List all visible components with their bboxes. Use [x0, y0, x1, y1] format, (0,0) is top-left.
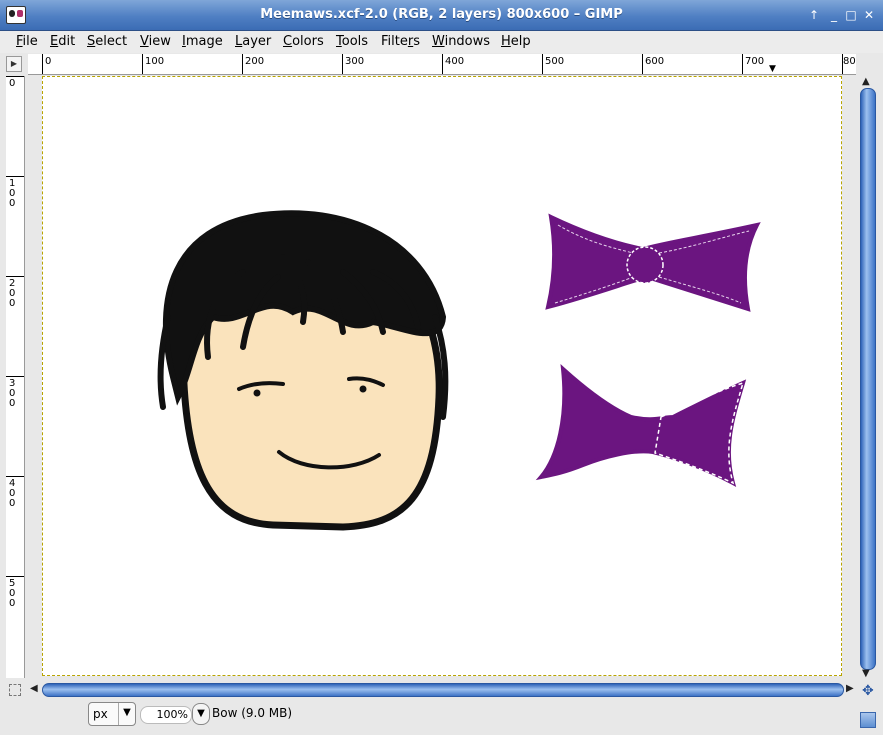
menu-select[interactable]: Select: [87, 34, 127, 49]
chevron-down-icon[interactable]: ▼: [118, 703, 135, 725]
canvas-drawing: [157, 210, 761, 531]
ruler-label: 400: [9, 478, 16, 509]
menu-windows[interactable]: Windows: [432, 34, 490, 49]
unit-value: px: [93, 707, 108, 721]
keep-above-button[interactable]: ↑: [806, 7, 822, 23]
ruler-label: 700: [745, 56, 765, 67]
close-button[interactable]: ✕: [861, 7, 877, 23]
ruler-tick: [6, 576, 24, 577]
ruler-label: 100: [9, 178, 16, 209]
ruler-tick: [6, 176, 24, 177]
menu-tools[interactable]: Tools: [336, 34, 368, 49]
scroll-left-icon[interactable]: ◀: [30, 683, 38, 694]
scroll-right-icon[interactable]: ▶: [846, 683, 854, 694]
vertical-scrollbar[interactable]: ▲ ▼: [858, 76, 876, 680]
pointer-marker-icon: ▼: [769, 64, 776, 74]
image-canvas[interactable]: [42, 76, 842, 676]
vertical-ruler[interactable]: 0 100 200 300 400 500: [6, 76, 25, 678]
ruler-tick: [6, 276, 24, 277]
menu-layer[interactable]: Layer: [235, 34, 271, 49]
ruler-tick: [6, 476, 24, 477]
zoom-percent: %: [177, 708, 188, 721]
navigation-preview-icon[interactable]: [860, 712, 876, 728]
scroll-up-icon[interactable]: ▲: [862, 76, 870, 87]
unit-dropdown[interactable]: px ▼: [88, 702, 136, 726]
ruler-label: 0: [45, 56, 52, 67]
bow-1: [545, 213, 761, 312]
menu-bar: File Edit Select View Image Layer Colors…: [0, 31, 883, 53]
quick-mask-icon[interactable]: [9, 684, 21, 696]
ruler-tick: [642, 54, 643, 74]
menu-filters[interactable]: Filters: [381, 34, 420, 49]
menu-edit[interactable]: Edit: [50, 34, 75, 49]
scroll-down-icon[interactable]: ▼: [862, 668, 870, 679]
ruler-tick: [742, 54, 743, 74]
ruler-label: 100: [145, 56, 165, 67]
left-eye: [253, 389, 261, 397]
window-title: Meemaws.xcf-2.0 (RGB, 2 layers) 800x600 …: [260, 7, 623, 22]
ruler-tick: [242, 54, 243, 74]
ruler-label: 500: [545, 56, 565, 67]
zoom-dropdown-button[interactable]: ▼: [192, 703, 210, 725]
horizontal-scroll-thumb[interactable]: [42, 683, 844, 697]
right-eye: [359, 385, 367, 393]
navigate-icon[interactable]: ✥: [862, 683, 874, 699]
ruler-label: 300: [345, 56, 365, 67]
maximize-button[interactable]: □: [843, 7, 859, 23]
menu-colors[interactable]: Colors: [283, 34, 324, 49]
ruler-label: 0: [9, 78, 16, 89]
ruler-tick: [142, 54, 143, 74]
ruler-tick: [342, 54, 343, 74]
minimize-button[interactable]: _: [826, 7, 842, 23]
ruler-label: 600: [645, 56, 665, 67]
ruler-label: 200: [245, 56, 265, 67]
ruler-tick: [42, 54, 43, 74]
menu-view[interactable]: View: [140, 34, 171, 49]
ruler-tick: [442, 54, 443, 74]
horizontal-scrollbar[interactable]: ◀ ▶: [30, 682, 858, 698]
ruler-tick: [6, 376, 24, 377]
ruler-label: 80: [843, 56, 856, 67]
ruler-label: 300: [9, 378, 16, 409]
ruler-tick: [6, 76, 24, 77]
ruler-label: 500: [9, 578, 16, 609]
bow-2: [535, 364, 747, 487]
ruler-label: 400: [445, 56, 465, 67]
title-bar: Meemaws.xcf-2.0 (RGB, 2 layers) 800x600 …: [0, 0, 883, 31]
quick-menu-icon[interactable]: ▶: [6, 56, 22, 72]
menu-file[interactable]: File: [16, 34, 38, 49]
status-message: Bow (9.0 MB): [212, 706, 293, 720]
menu-image[interactable]: Image: [182, 34, 223, 49]
zoom-value: 100: [156, 708, 178, 721]
horizontal-ruler[interactable]: 0 100 200 300 400 500 600 700 80 ▼: [28, 54, 856, 75]
zoom-input[interactable]: 100%: [140, 706, 192, 724]
ruler-label: 200: [9, 278, 16, 309]
ruler-tick: [542, 54, 543, 74]
menu-help[interactable]: Help: [501, 34, 531, 49]
vertical-scroll-thumb[interactable]: [860, 88, 876, 670]
